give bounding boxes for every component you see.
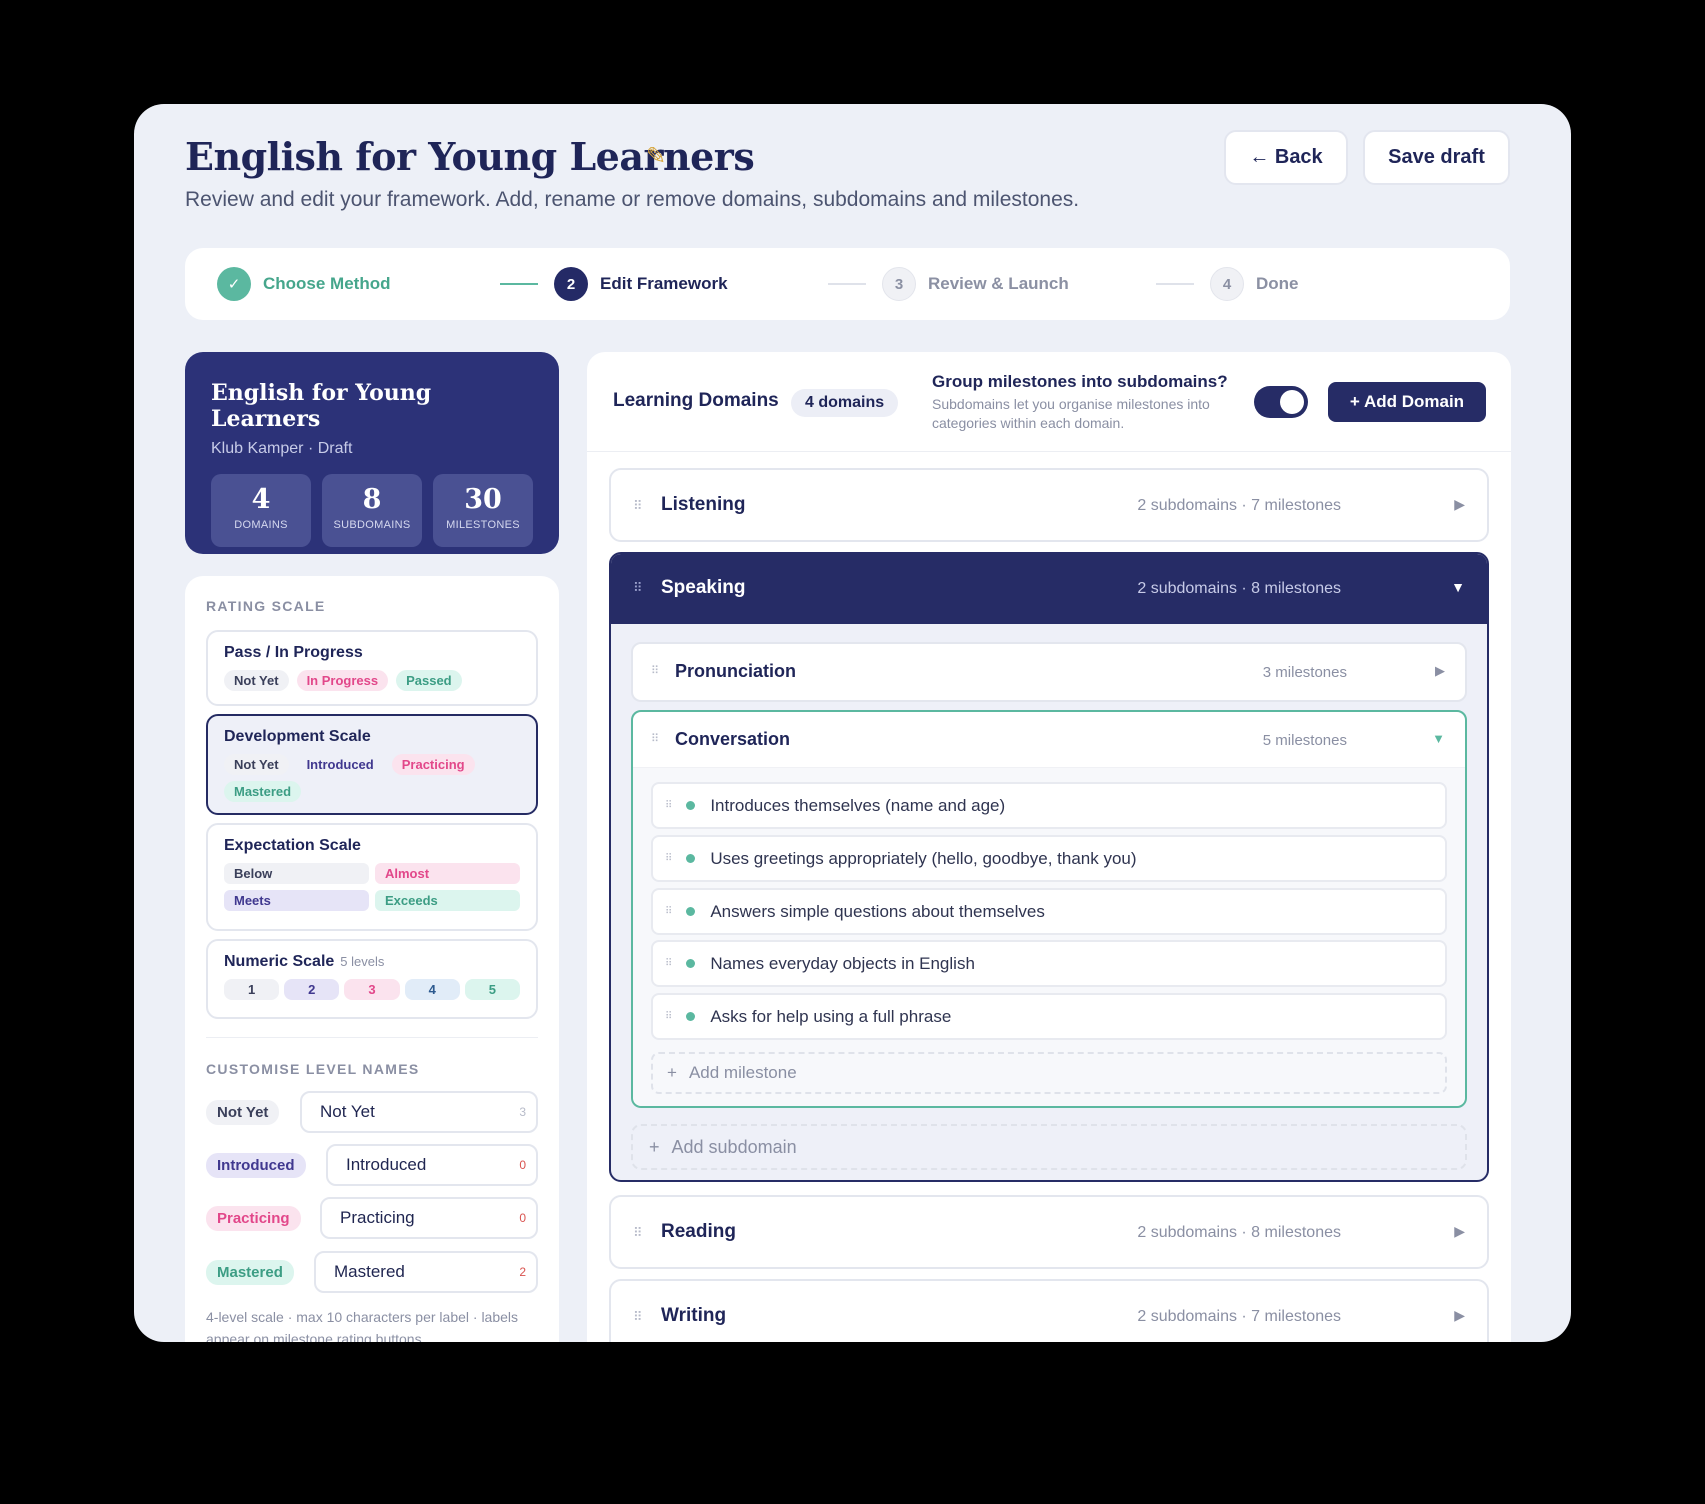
add-domain-button[interactable]: + Add Domain bbox=[1328, 382, 1486, 422]
rating-scale-panel: RATING SCALE Pass / In Progress Not Yet … bbox=[185, 576, 559, 1342]
milestone-item[interactable]: ⠿ Names everyday objects in English bbox=[651, 940, 1447, 987]
subdomain-conversation: ⠿ Conversation 5 milestones ▼ ⠿ Introduce… bbox=[631, 710, 1467, 1108]
back-button[interactable]: ← Back bbox=[1224, 130, 1348, 185]
drag-handle-icon: ⠿ bbox=[665, 800, 673, 811]
drag-handle-icon: ⠿ bbox=[665, 906, 673, 917]
level-name-input[interactable]: Practicing 0 bbox=[320, 1197, 538, 1239]
drag-handle-icon[interactable]: ⠿ bbox=[651, 732, 659, 745]
check-icon: ✓ bbox=[217, 267, 251, 301]
drag-handle-icon[interactable]: ⠿ bbox=[633, 498, 642, 514]
step-done[interactable]: 4 Done bbox=[1156, 267, 1299, 301]
scale-option-numeric[interactable]: Numeric Scale 5 levels 1 2 3 4 5 bbox=[206, 939, 538, 1019]
page-title: English for Young Learners bbox=[185, 134, 755, 179]
drag-handle-icon: ⠿ bbox=[665, 853, 673, 864]
milestone-item[interactable]: ⠿ Introduces themselves (name and age) bbox=[651, 782, 1447, 829]
drag-handle-icon: ⠿ bbox=[665, 958, 673, 969]
step-connector bbox=[1156, 283, 1194, 285]
pencil-icon[interactable]: ✎ bbox=[646, 142, 666, 171]
collapse-icon[interactable]: ▼ bbox=[1451, 579, 1465, 595]
subdomain-header[interactable]: ⠿ Conversation 5 milestones ▼ bbox=[633, 712, 1465, 768]
expand-icon[interactable]: ▶ bbox=[1435, 663, 1445, 679]
expand-icon[interactable]: ▶ bbox=[1454, 1223, 1465, 1240]
progress-stepper: ✓ Choose Method 2 Edit Framework 3 Revie… bbox=[185, 248, 1510, 320]
domain-count-badge: 4 domains bbox=[791, 389, 899, 417]
level-name-row: Practicing Practicing 0 bbox=[206, 1197, 538, 1239]
scale-note: 4-level scale · max 10 characters per la… bbox=[206, 1309, 519, 1342]
level-name-row: Introduced Introduced 0 bbox=[206, 1144, 538, 1186]
milestone-item[interactable]: ⠿ Uses greetings appropriately (hello, go… bbox=[651, 835, 1447, 882]
step-choose-method[interactable]: ✓ Choose Method bbox=[217, 267, 391, 301]
framework-editor-card: English for Young Learners ✎ Review and … bbox=[134, 104, 1571, 1342]
level-name-input[interactable]: Introduced 0 bbox=[326, 1144, 538, 1186]
drag-handle-icon[interactable]: ⠿ bbox=[651, 664, 659, 677]
milestone-list: ⠿ Introduces themselves (name and age) ⠿ U… bbox=[633, 768, 1465, 1106]
add-milestone-button[interactable]: + Add milestone bbox=[651, 1052, 1447, 1094]
step-number: 4 bbox=[1210, 267, 1244, 301]
scale-option-development[interactable]: Development Scale Not Yet Introduced Pra… bbox=[206, 714, 538, 815]
drag-handle-icon: ⠿ bbox=[665, 1011, 673, 1022]
rating-scale-heading: RATING SCALE bbox=[206, 598, 326, 614]
step-connector bbox=[500, 283, 538, 285]
step-label: Choose Method bbox=[263, 274, 391, 293]
milestone-item[interactable]: ⠿ Asks for help using a full phrase bbox=[651, 993, 1447, 1040]
customise-heading: CUSTOMISE LEVEL NAMES bbox=[206, 1061, 420, 1077]
step-connector bbox=[828, 283, 866, 285]
summary-title: English for Young Learners bbox=[211, 380, 432, 432]
step-review-launch[interactable]: 3 Review & Launch bbox=[828, 267, 1069, 301]
add-subdomain-button[interactable]: + Add subdomain bbox=[631, 1124, 1467, 1170]
scale-option-pass[interactable]: Pass / In Progress Not Yet In Progress P… bbox=[206, 630, 538, 706]
save-draft-button[interactable]: Save draft bbox=[1363, 130, 1510, 185]
group-help: Subdomains let you organise milestones i… bbox=[932, 396, 1210, 431]
domains-title: Learning Domains bbox=[613, 390, 779, 411]
expand-icon[interactable]: ▶ bbox=[1454, 1307, 1465, 1324]
subdomain-pronunciation[interactable]: ⠿ Pronunciation 3 milestones ▶ bbox=[631, 642, 1467, 702]
plus-icon: + bbox=[649, 1136, 660, 1157]
domain-writing[interactable]: ⠿ Writing 2 subdomains · 7 milestones ▶ bbox=[609, 1279, 1489, 1342]
step-label: Edit Framework bbox=[600, 274, 728, 293]
framework-summary-card: English for Young Learners Klub Kamper ·… bbox=[185, 352, 559, 554]
subdomain-toggle[interactable] bbox=[1254, 386, 1308, 418]
drag-handle-icon[interactable]: ⠿ bbox=[633, 1309, 642, 1325]
expand-icon[interactable]: ▶ bbox=[1454, 496, 1465, 513]
page-subtitle: Review and edit your framework. Add, ren… bbox=[185, 188, 1080, 211]
milestone-item[interactable]: ⠿ Answers simple questions about themselv… bbox=[651, 888, 1447, 935]
level-name-input[interactable]: Mastered 2 bbox=[314, 1251, 538, 1293]
drag-handle-icon[interactable]: ⠿ bbox=[633, 580, 642, 596]
stat-domains: 4 DOMAINS bbox=[211, 474, 311, 547]
group-question: Group milestones into subdomains? bbox=[932, 372, 1228, 391]
step-label: Review & Launch bbox=[928, 274, 1069, 293]
summary-subtitle: Klub Kamper · Draft bbox=[211, 440, 353, 457]
stat-subdomains: 8 SUBDOMAINS bbox=[322, 474, 422, 547]
step-label: Done bbox=[1256, 274, 1299, 293]
level-name-row: Not Yet Not Yet 3 bbox=[206, 1091, 538, 1133]
step-number: 3 bbox=[882, 267, 916, 301]
divider bbox=[206, 1037, 538, 1038]
level-name-input[interactable]: Not Yet 3 bbox=[300, 1091, 538, 1133]
drag-handle-icon[interactable]: ⠿ bbox=[633, 1225, 642, 1241]
scale-option-expectation[interactable]: Expectation Scale Below Almost Meets Exc… bbox=[206, 823, 538, 931]
collapse-icon[interactable]: ▼ bbox=[1432, 731, 1445, 746]
level-name-row: Mastered Mastered 2 bbox=[206, 1251, 538, 1293]
stat-milestones: 30 MILESTONES bbox=[433, 474, 533, 547]
domain-header[interactable]: ⠿ Speaking 2 subdomains · 8 milestones ▼ bbox=[611, 554, 1487, 624]
domain-speaking: ⠿ Speaking 2 subdomains · 8 milestones ▼… bbox=[609, 552, 1489, 1182]
plus-icon: + bbox=[667, 1063, 677, 1082]
step-number: 2 bbox=[554, 267, 588, 301]
domains-header: Learning Domains 4 domains Group milesto… bbox=[587, 352, 1511, 452]
domain-listening[interactable]: ⠿ Listening 2 subdomains · 7 milestones … bbox=[609, 468, 1489, 542]
learning-domains-panel: Learning Domains 4 domains Group milesto… bbox=[587, 352, 1511, 1342]
step-edit-framework[interactable]: 2 Edit Framework bbox=[500, 267, 728, 301]
domain-reading[interactable]: ⠿ Reading 2 subdomains · 8 milestones ▶ bbox=[609, 1195, 1489, 1269]
